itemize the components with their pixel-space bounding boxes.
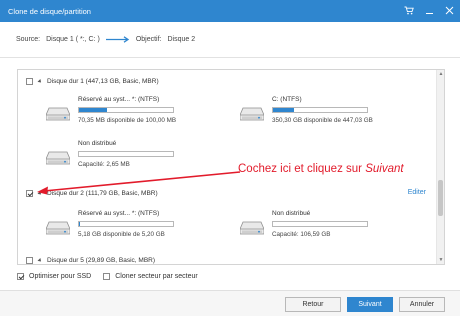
sector-option[interactable]: Cloner secteur par secteur	[103, 272, 198, 280]
usage-fill	[79, 222, 80, 226]
source-target-bar: Source: Disque 1 ( *:, C: ) Objectif: Di…	[0, 22, 460, 58]
expand-icon[interactable]	[37, 78, 43, 84]
disk-header: Disque dur 5 (29,89 GB, Basic, MBR)	[26, 255, 156, 264]
partition-item[interactable]: C: (NTFS) 350,30 GB disponible de 447,03…	[240, 96, 410, 134]
hard-drive-icon	[46, 151, 70, 165]
sector-label: Cloner secteur par secteur	[115, 272, 198, 280]
footer: Retour Suivant Annuler	[0, 290, 460, 316]
hard-drive-icon	[240, 107, 264, 121]
edit-link[interactable]: Editer	[408, 189, 426, 196]
partition-info: 5,18 GB disponible de 5,20 GB	[78, 231, 165, 238]
partition-name: Non distribué	[78, 140, 117, 147]
partition-name: Réservé au syst... *: (NTFS)	[78, 210, 160, 217]
partition-usage-bar	[272, 107, 368, 113]
scrollbar-thumb[interactable]	[438, 180, 443, 216]
scrollbar[interactable]: ▲ ▼	[436, 70, 444, 264]
partition-name: Non distribué	[272, 210, 311, 217]
source-label: Source:	[16, 36, 41, 43]
partition-usage-bar	[78, 221, 174, 227]
usage-fill	[273, 108, 294, 112]
hard-drive-icon	[46, 107, 70, 121]
ssd-checkbox[interactable]	[17, 272, 24, 280]
back-button[interactable]: Retour	[285, 297, 341, 312]
partition-info: Capacité: 106,59 GB	[272, 231, 331, 238]
disk-2-checkbox[interactable]	[26, 189, 33, 197]
ssd-option[interactable]: Optimiser pour SSD	[17, 272, 92, 280]
annotation-main: Cochez ici et cliquez sur	[238, 163, 366, 175]
target-label: Objectif:	[135, 36, 162, 43]
partition-usage-bar	[78, 107, 174, 113]
next-button[interactable]: Suivant	[347, 297, 393, 312]
hard-drive-icon	[46, 221, 70, 235]
title-bar-controls	[404, 5, 454, 15]
clone-options: Optimiser pour SSD Cloner secteur par se…	[17, 271, 210, 281]
sector-checkbox[interactable]	[103, 272, 111, 280]
disk-5-checkbox[interactable]	[26, 256, 33, 264]
partition-name: Réservé au syst... *: (NTFS)	[78, 96, 160, 103]
partition-info: Capacité: 2,65 MB	[78, 161, 130, 168]
partition-item[interactable]: Réservé au syst... *: (NTFS) 70,35 MB di…	[46, 96, 216, 134]
minimize-icon[interactable]	[424, 5, 434, 15]
partition-info: 70,35 MB disponible de 100,00 MB	[78, 117, 177, 124]
target-value: Disque 2	[167, 36, 196, 43]
scroll-down-icon[interactable]: ▼	[437, 256, 444, 264]
partition-usage-bar	[78, 151, 174, 157]
hard-drive-icon	[240, 221, 264, 235]
expand-icon[interactable]	[37, 257, 43, 263]
usage-fill	[79, 108, 108, 112]
disk-1-title: Disque dur 1 (447,13 GB, Basic, MBR)	[47, 77, 159, 85]
annotation-emphasis: Suivant	[365, 163, 404, 175]
scroll-up-icon[interactable]: ▲	[437, 70, 444, 78]
annotation-arrow	[37, 171, 241, 195]
disk-header: Disque dur 1 (447,13 GB, Basic, MBR)	[26, 76, 159, 86]
annotation-text: Cochez ici et cliquez sur Suivant	[238, 163, 404, 175]
partition-name: C: (NTFS)	[272, 96, 302, 103]
source-value: Disque 1 ( *:, C: )	[46, 36, 100, 43]
partition-item[interactable]: Réservé au syst... *: (NTFS) 5,18 GB dis…	[46, 210, 216, 248]
partition-usage-bar	[272, 221, 368, 227]
window-title: Clone de disque/partition	[8, 6, 91, 16]
disk-5-title: Disque dur 5 (29,89 GB, Basic, MBR)	[47, 256, 156, 264]
close-icon[interactable]	[444, 5, 454, 15]
cancel-button[interactable]: Annuler	[399, 297, 445, 312]
cart-icon[interactable]	[404, 5, 414, 15]
disk-1-checkbox[interactable]	[26, 77, 33, 85]
arrow-right-icon	[105, 36, 130, 43]
partition-info: 350,30 GB disponible de 447,03 GB	[272, 117, 373, 124]
partition-item[interactable]: Non distribué Capacité: 106,59 GB	[240, 210, 410, 248]
title-bar: Clone de disque/partition	[0, 0, 460, 22]
ssd-label: Optimiser pour SSD	[29, 272, 92, 280]
